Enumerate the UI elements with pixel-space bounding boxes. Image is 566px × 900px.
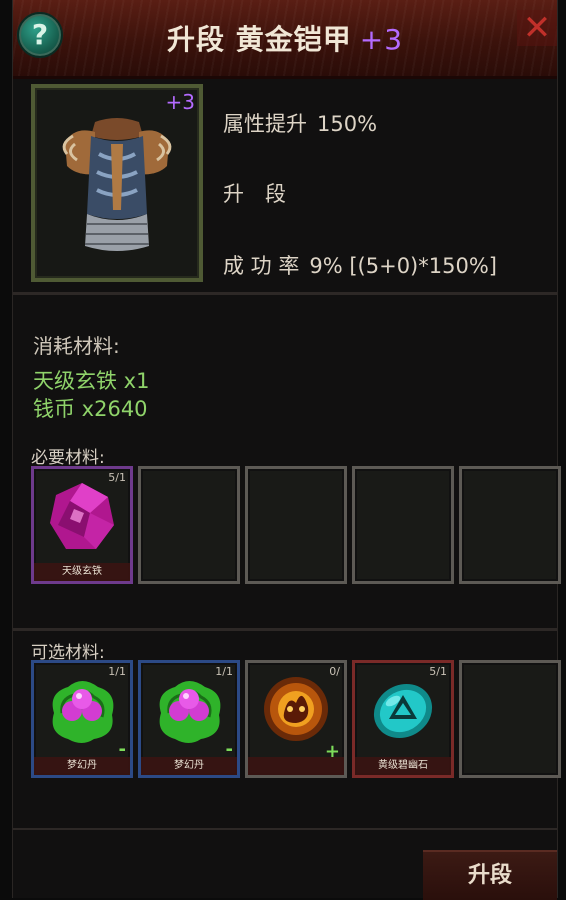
success-rate-value: 9% [(5+0)*150%] xyxy=(309,254,497,278)
slot-name: 梦幻丹 xyxy=(34,757,130,775)
attribute-boost-label: 属性提升 xyxy=(223,112,307,136)
item-level-badge: +3 xyxy=(165,90,195,114)
divider xyxy=(13,628,557,631)
slot-name: 梦幻丹 xyxy=(141,757,237,775)
required-materials-title: 必要材料: xyxy=(31,448,105,468)
remove-material-button[interactable]: - xyxy=(119,741,126,759)
title-text: 升段 黄金铠甲 xyxy=(166,23,352,56)
upgrade-panel: ? 升段 黄金铠甲 +3 ✕ +3 属性提升 150% 升 段 成 功 率 9%… xyxy=(12,0,561,900)
optional-slot-5[interactable] xyxy=(459,660,561,778)
close-button[interactable]: ✕ xyxy=(517,10,557,46)
optional-materials-slots: 1/1 - 梦幻丹 1/1 - 梦幻丹 0/ + 5/1 黄级碧幽石 xyxy=(31,660,561,778)
slot-name: 天级玄铁 xyxy=(34,563,130,581)
upgrade-button[interactable]: 升段 xyxy=(423,850,557,900)
required-slot-1[interactable]: 5/1 天级玄铁 xyxy=(31,466,133,584)
armor-icon xyxy=(62,118,172,251)
divider xyxy=(13,292,557,295)
required-materials-slots: 5/1 天级玄铁 xyxy=(31,466,561,584)
purple-crystal-icon xyxy=(50,483,114,549)
attribute-boost-row: 属性提升 150% xyxy=(223,108,377,138)
slot-name: 黄级碧幽石 xyxy=(355,757,451,775)
consume-section: 消耗材料: 天级玄铁 x1 钱币 x2640 xyxy=(33,330,149,423)
panel-title: 升段 黄金铠甲 +3 xyxy=(13,18,557,58)
required-slot-2[interactable] xyxy=(138,466,240,584)
attribute-boost-value: 150% xyxy=(317,112,378,136)
fire-orb-icon xyxy=(264,677,328,741)
item-section: +3 属性提升 150% 升 段 成 功 率 9% [(5+0)*150%] xyxy=(13,78,557,288)
title-plus-level: +3 xyxy=(359,23,404,56)
required-slot-4[interactable] xyxy=(352,466,454,584)
panel-header: ? 升段 黄金铠甲 +3 ✕ xyxy=(13,0,557,79)
divider xyxy=(13,828,557,830)
optional-slot-2[interactable]: 1/1 - 梦幻丹 xyxy=(138,660,240,778)
dream-pill-icon xyxy=(52,681,114,743)
dream-pill-icon xyxy=(159,681,221,743)
required-slot-3[interactable] xyxy=(245,466,347,584)
optional-slot-3[interactable]: 0/ + xyxy=(245,660,347,778)
consume-item: 钱币 x2640 xyxy=(33,397,148,421)
required-slot-5[interactable] xyxy=(459,466,561,584)
success-rate-row: 成 功 率 9% [(5+0)*150%] xyxy=(223,250,497,280)
item-slot[interactable]: +3 xyxy=(31,84,203,282)
consume-title: 消耗材料: xyxy=(33,334,120,358)
slot-name xyxy=(248,757,344,775)
optional-slot-1[interactable]: 1/1 - 梦幻丹 xyxy=(31,660,133,778)
remove-material-button[interactable]: - xyxy=(226,741,233,759)
upgrade-step-label: 升 段 xyxy=(223,182,286,206)
consume-list: 天级玄铁 x1 钱币 x2640 xyxy=(33,367,149,423)
jade-rune-stone-icon xyxy=(373,683,433,739)
optional-slot-4[interactable]: 5/1 黄级碧幽石 xyxy=(352,660,454,778)
success-rate-label: 成 功 率 xyxy=(223,254,300,278)
consume-item: 天级玄铁 x1 xyxy=(33,369,150,393)
upgrade-step-row: 升 段 xyxy=(223,178,286,208)
